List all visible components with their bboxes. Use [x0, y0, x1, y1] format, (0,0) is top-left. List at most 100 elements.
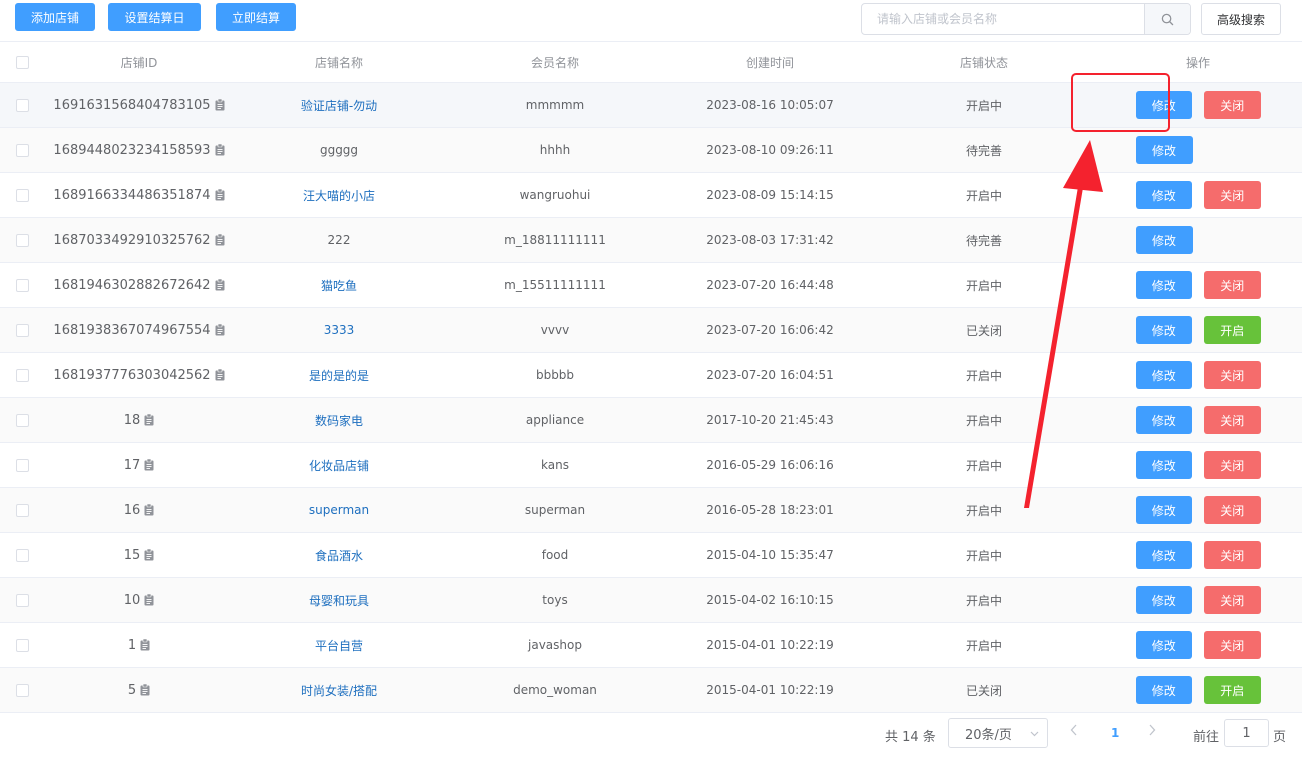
row-checkbox[interactable] — [15, 549, 29, 562]
clipboard-icon[interactable] — [140, 639, 150, 651]
edit-shop-button[interactable]: 修改 — [1135, 406, 1192, 434]
edit-shop-button[interactable]: 修改 — [1135, 496, 1192, 524]
clipboard-icon[interactable] — [215, 369, 225, 381]
shop-name-link[interactable]: 验证店铺-勿动 — [301, 99, 377, 113]
close-shop-button[interactable]: 关闭 — [1204, 451, 1261, 479]
row-checkbox[interactable] — [15, 414, 29, 427]
clipboard-icon[interactable] — [215, 324, 225, 336]
row-checkbox[interactable] — [15, 369, 29, 382]
clipboard-icon[interactable] — [140, 684, 150, 696]
add-shop-button[interactable]: 添加店铺 — [15, 3, 95, 31]
settle-now-button[interactable]: 立即结算 — [216, 3, 296, 31]
shop-name-link[interactable]: 母婴和玩具 — [309, 594, 369, 608]
clipboard-icon[interactable] — [215, 189, 225, 201]
shop-name-link[interactable]: 猫吃鱼 — [321, 279, 357, 293]
shop-name-link[interactable]: 时尚女装/搭配 — [301, 684, 377, 698]
clipboard-icon[interactable] — [215, 99, 225, 111]
row-checkbox[interactable] — [15, 99, 29, 112]
goto-page-input[interactable] — [1224, 719, 1269, 747]
row-checkbox[interactable] — [15, 279, 29, 292]
clipboard-icon[interactable] — [144, 504, 154, 516]
row-checkbox[interactable] — [15, 234, 29, 247]
shop-name-link[interactable]: superman — [309, 503, 369, 517]
row-checkbox[interactable] — [15, 639, 29, 652]
next-page-button[interactable] — [1148, 724, 1156, 740]
row-checkbox[interactable] — [15, 144, 29, 157]
shop-status-cell: 开启中 — [874, 82, 1094, 128]
shop-name-link[interactable]: 平台自营 — [315, 639, 363, 653]
shop-name-cell: 猫吃鱼 — [234, 262, 444, 308]
edit-shop-button[interactable]: 修改 — [1135, 676, 1192, 704]
shop-name-link[interactable]: 是的是的是 — [309, 369, 369, 383]
shop-name-link[interactable]: 汪大喵的小店 — [303, 189, 375, 203]
shop-name: ggggg — [319, 143, 359, 157]
shop-id-cell: 18 — [44, 397, 234, 443]
clipboard-icon[interactable] — [215, 279, 225, 291]
prev-page-button[interactable] — [1070, 724, 1078, 740]
close-shop-button[interactable]: 关闭 — [1204, 631, 1261, 659]
open-shop-button[interactable]: 开启 — [1204, 676, 1261, 704]
advanced-search-button[interactable]: 高级搜索 — [1201, 3, 1281, 35]
clipboard-icon[interactable] — [144, 549, 154, 561]
row-select-cell — [0, 397, 44, 443]
close-shop-button[interactable]: 关闭 — [1204, 541, 1261, 569]
close-shop-button[interactable]: 关闭 — [1204, 406, 1261, 434]
row-checkbox[interactable] — [15, 189, 29, 202]
search-input[interactable] — [862, 4, 1144, 34]
shop-name-link[interactable]: 3333 — [324, 323, 355, 337]
close-shop-button[interactable]: 关闭 — [1204, 361, 1261, 389]
operations-cell: 修改 关闭 — [1094, 352, 1302, 398]
row-checkbox[interactable] — [15, 684, 29, 697]
page-size-value: 20条/页 — [965, 727, 1012, 743]
set-settlement-day-button[interactable]: 设置结算日 — [108, 3, 201, 31]
row-select-cell — [0, 352, 44, 398]
row-checkbox[interactable] — [15, 459, 29, 472]
shop-name-link[interactable]: 化妆品店铺 — [309, 459, 369, 473]
row-checkbox[interactable] — [15, 594, 29, 607]
edit-shop-button[interactable]: 修改 — [1135, 451, 1192, 479]
open-shop-button[interactable]: 开启 — [1204, 316, 1261, 344]
close-shop-button[interactable]: 关闭 — [1204, 271, 1261, 299]
edit-shop-button[interactable]: 修改 — [1135, 316, 1192, 344]
member-name-cell: javashop — [444, 622, 666, 668]
edit-shop-button[interactable]: 修改 — [1135, 136, 1193, 164]
created-time-cell: 2023-07-20 16:04:51 — [666, 352, 874, 398]
edit-shop-button[interactable]: 修改 — [1135, 586, 1192, 614]
edit-shop-button[interactable]: 修改 — [1135, 91, 1192, 119]
shop-name-link[interactable]: 数码家电 — [315, 414, 363, 428]
row-select-cell — [0, 262, 44, 308]
edit-shop-button[interactable]: 修改 — [1135, 226, 1193, 254]
member-name-cell: food — [444, 532, 666, 578]
clipboard-icon[interactable] — [144, 414, 154, 426]
member-name-cell: superman — [444, 487, 666, 533]
close-shop-button[interactable]: 关闭 — [1204, 496, 1261, 524]
close-shop-button[interactable]: 关闭 — [1204, 586, 1261, 614]
shop-status: 已关闭 — [965, 683, 1002, 698]
page-number-current[interactable]: 1 — [1111, 726, 1119, 740]
created-time-cell: 2015-04-01 10:22:19 — [666, 667, 874, 713]
clipboard-icon[interactable] — [144, 459, 154, 471]
row-checkbox[interactable] — [15, 504, 29, 517]
edit-shop-button[interactable]: 修改 — [1135, 271, 1192, 299]
shop-name-link[interactable]: 食品酒水 — [315, 549, 363, 563]
edit-shop-button[interactable]: 修改 — [1135, 631, 1192, 659]
operations-cell: 修改 关闭 — [1094, 487, 1302, 533]
edit-shop-button[interactable]: 修改 — [1135, 361, 1192, 389]
clipboard-icon[interactable] — [144, 594, 154, 606]
shop-status-cell: 已关闭 — [874, 667, 1094, 713]
clipboard-icon[interactable] — [215, 234, 225, 246]
close-shop-button[interactable]: 关闭 — [1204, 91, 1261, 119]
column-header-member-name: 会员名称 — [444, 41, 666, 83]
edit-shop-button[interactable]: 修改 — [1135, 181, 1192, 209]
search-button[interactable] — [1144, 4, 1190, 34]
shop-table: 店铺ID 店铺名称 会员名称 创建时间 店铺状态 操作 169163156840… — [0, 41, 1302, 713]
row-select-cell — [0, 487, 44, 533]
select-all-checkbox[interactable] — [15, 56, 29, 69]
page-size-select[interactable]: 20条/页 — [948, 718, 1048, 748]
clipboard-icon[interactable] — [215, 144, 225, 156]
shop-name: 222 — [327, 233, 351, 247]
close-shop-button[interactable]: 关闭 — [1204, 181, 1261, 209]
row-checkbox[interactable] — [15, 324, 29, 337]
edit-shop-button[interactable]: 修改 — [1135, 541, 1192, 569]
created-time-cell: 2015-04-01 10:22:19 — [666, 622, 874, 668]
